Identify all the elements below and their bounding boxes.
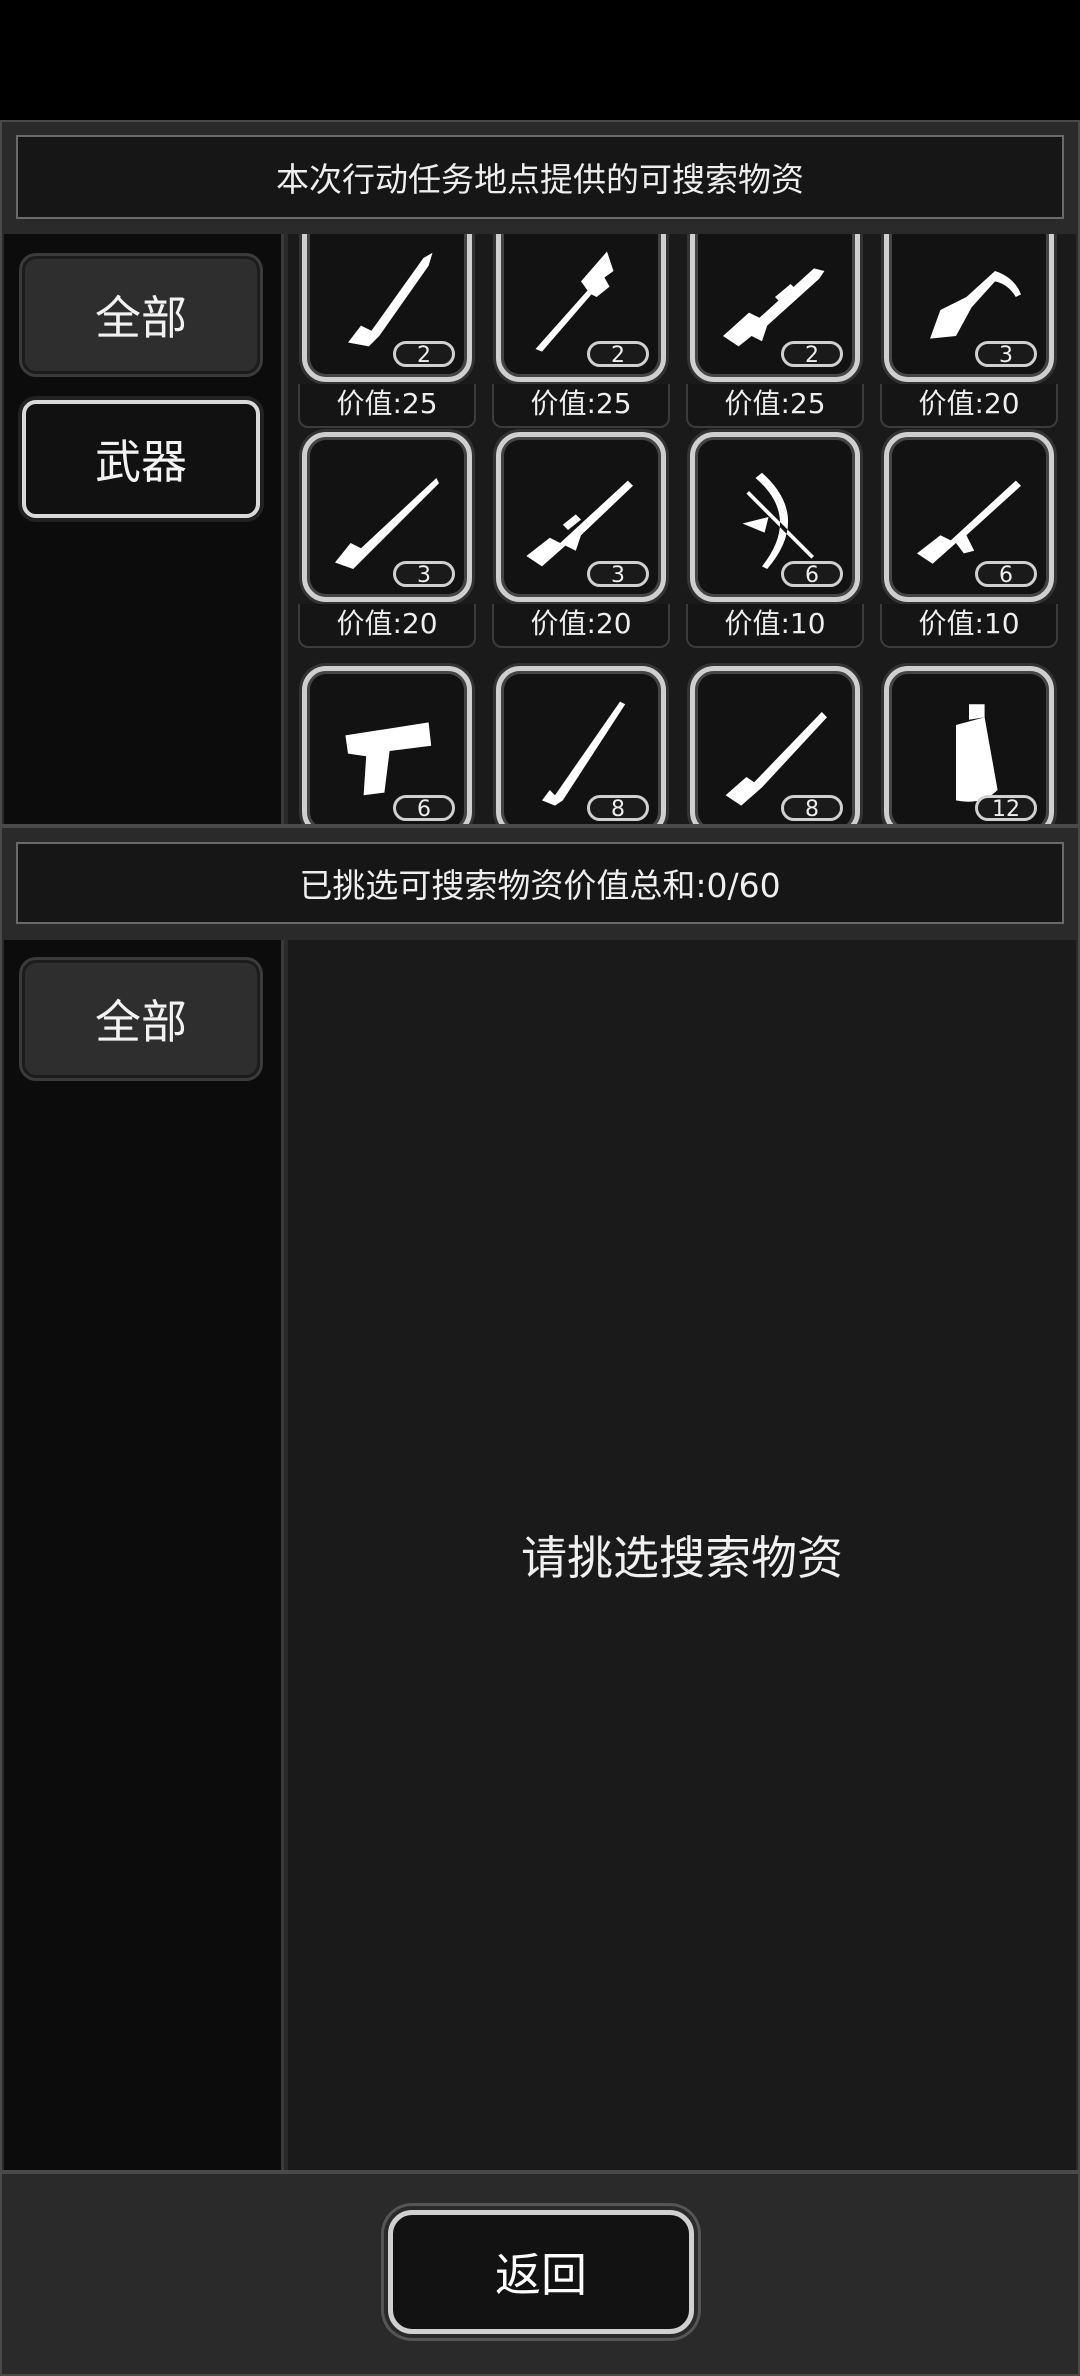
tab-selected-all[interactable]: 全部: [22, 960, 260, 1078]
item-count-badge: 2: [587, 341, 649, 368]
empty-state-message: 请挑选搜索物资: [521, 1531, 843, 1585]
item-icon-frame: 3: [496, 432, 666, 602]
selected-panel-title: 已挑选可搜索物资价值总和:0/60: [16, 842, 1064, 924]
back-button[interactable]: 返回: [388, 2210, 694, 2334]
item-card-knife[interactable]: 2 价值:25: [298, 234, 476, 428]
item-count-badge: 3: [587, 561, 649, 588]
item-icon-frame: 3: [302, 432, 472, 602]
item-card-compound-bow[interactable]: 6 价值:10: [686, 432, 864, 648]
item-value-label: 价值:20: [492, 604, 670, 648]
item-icon-frame: 12: [884, 666, 1054, 824]
item-value-label: 价值:25: [492, 384, 670, 428]
item-card-m16[interactable]: 3 价值:20: [492, 432, 670, 648]
item-card-grenade[interactable]: 12: [880, 666, 1058, 824]
item-card-scoped-rifle[interactable]: 2 价值:25: [686, 234, 864, 428]
item-value-label: 价值:25: [298, 384, 476, 428]
item-icon-frame: 6: [690, 432, 860, 602]
item-card-crossbow[interactable]: 3 价值:20: [880, 234, 1058, 428]
tab-all[interactable]: 全部: [22, 256, 260, 374]
item-icon-frame: 2: [496, 234, 666, 382]
item-count-badge: 8: [587, 795, 649, 822]
supply-panel-title: 本次行动任务地点提供的可搜索物资: [16, 135, 1064, 219]
item-value-label: 价值:10: [880, 604, 1058, 648]
item-card-ak47[interactable]: 6 价值:10: [880, 432, 1058, 648]
item-card-bolt-rifle[interactable]: 3 价值:20: [298, 432, 476, 648]
item-icon-frame: 2: [302, 234, 472, 382]
item-icon-frame: 3: [884, 234, 1054, 382]
item-count-badge: 2: [393, 341, 455, 368]
item-icon-frame: 8: [690, 666, 860, 824]
item-value-label: 价值:25: [686, 384, 864, 428]
item-value-label: 价值:10: [686, 604, 864, 648]
item-count-badge: 3: [975, 341, 1037, 368]
item-icon-frame: 6: [884, 432, 1054, 602]
supply-item-grid: 2 价值:25 2 价值:25 2 价值:25 3 价值:20 3 价值:20: [288, 234, 1076, 824]
selected-items-area: 请挑选搜索物资: [288, 940, 1076, 2170]
selected-category-sidebar: [4, 940, 284, 2170]
item-card-shotgun[interactable]: 8: [686, 666, 864, 824]
item-count-badge: 3: [393, 561, 455, 588]
item-icon-frame: 8: [496, 666, 666, 824]
status-bar-area: [0, 0, 1080, 120]
item-icon-frame: 6: [302, 666, 472, 824]
item-count-badge: 6: [393, 795, 455, 822]
item-count-badge: 6: [781, 561, 843, 588]
item-card-katana[interactable]: 8: [492, 666, 670, 824]
item-icon-frame: 2: [690, 234, 860, 382]
item-count-badge: 12: [975, 795, 1037, 822]
item-value-label: 价值:20: [880, 384, 1058, 428]
item-count-badge: 2: [781, 341, 843, 368]
item-count-badge: 8: [781, 795, 843, 822]
item-value-label: 价值:20: [298, 604, 476, 648]
item-card-pistol[interactable]: 6: [298, 666, 476, 824]
item-count-badge: 6: [975, 561, 1037, 588]
tab-weapons[interactable]: 武器: [22, 400, 260, 518]
item-card-spear[interactable]: 2 价值:25: [492, 234, 670, 428]
